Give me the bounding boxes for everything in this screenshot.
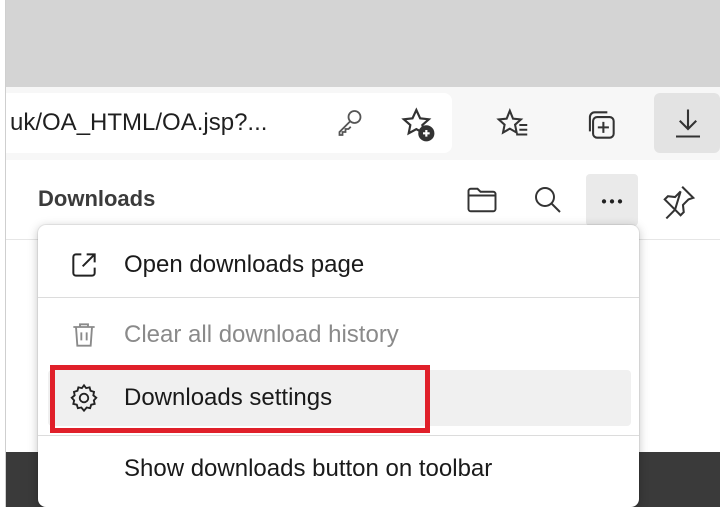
menu-separator (38, 435, 639, 436)
downloads-panel-title: Downloads (38, 186, 156, 211)
key-icon[interactable] (332, 105, 368, 141)
downloads-toolbar-button[interactable] (654, 93, 720, 153)
more-options-button[interactable] (586, 174, 638, 226)
gear-icon (68, 382, 100, 414)
menu-item-open-downloads-page[interactable]: Open downloads page (48, 237, 631, 293)
add-favorite-icon[interactable] (398, 105, 438, 145)
title-bar (6, 0, 720, 87)
address-bar[interactable]: uk/OA_HTML/OA.jsp?... (6, 93, 452, 153)
menu-item-label: Clear all download history (124, 321, 399, 348)
menu-item-label: Open downloads page (124, 251, 365, 278)
menu-separator (38, 297, 639, 298)
browser-toolbar: uk/OA_HTML/OA.jsp?... (6, 87, 720, 160)
menu-item-clear-history[interactable]: Clear all download history (48, 307, 631, 363)
favorites-icon[interactable] (494, 106, 532, 144)
menu-item-downloads-settings[interactable]: Downloads settings (48, 370, 631, 426)
search-icon[interactable] (530, 182, 566, 218)
window-edge (0, 0, 6, 507)
trash-icon (68, 319, 100, 351)
menu-item-label: Downloads settings (124, 384, 333, 411)
downloads-context-menu: Open downloads page Clear all download h… (38, 225, 639, 507)
menu-item-label: Show downloads button on toolbar (124, 455, 493, 482)
collections-icon[interactable] (582, 106, 620, 144)
menu-item-show-downloads-button[interactable]: Show downloads button on toolbar (48, 441, 631, 497)
more-options-icon (596, 184, 628, 216)
open-folder-icon[interactable] (464, 182, 500, 218)
download-icon (670, 104, 706, 142)
address-url[interactable]: uk/OA_HTML/OA.jsp?... (10, 109, 267, 137)
pin-icon[interactable] (660, 182, 698, 220)
open-external-icon (68, 249, 100, 281)
